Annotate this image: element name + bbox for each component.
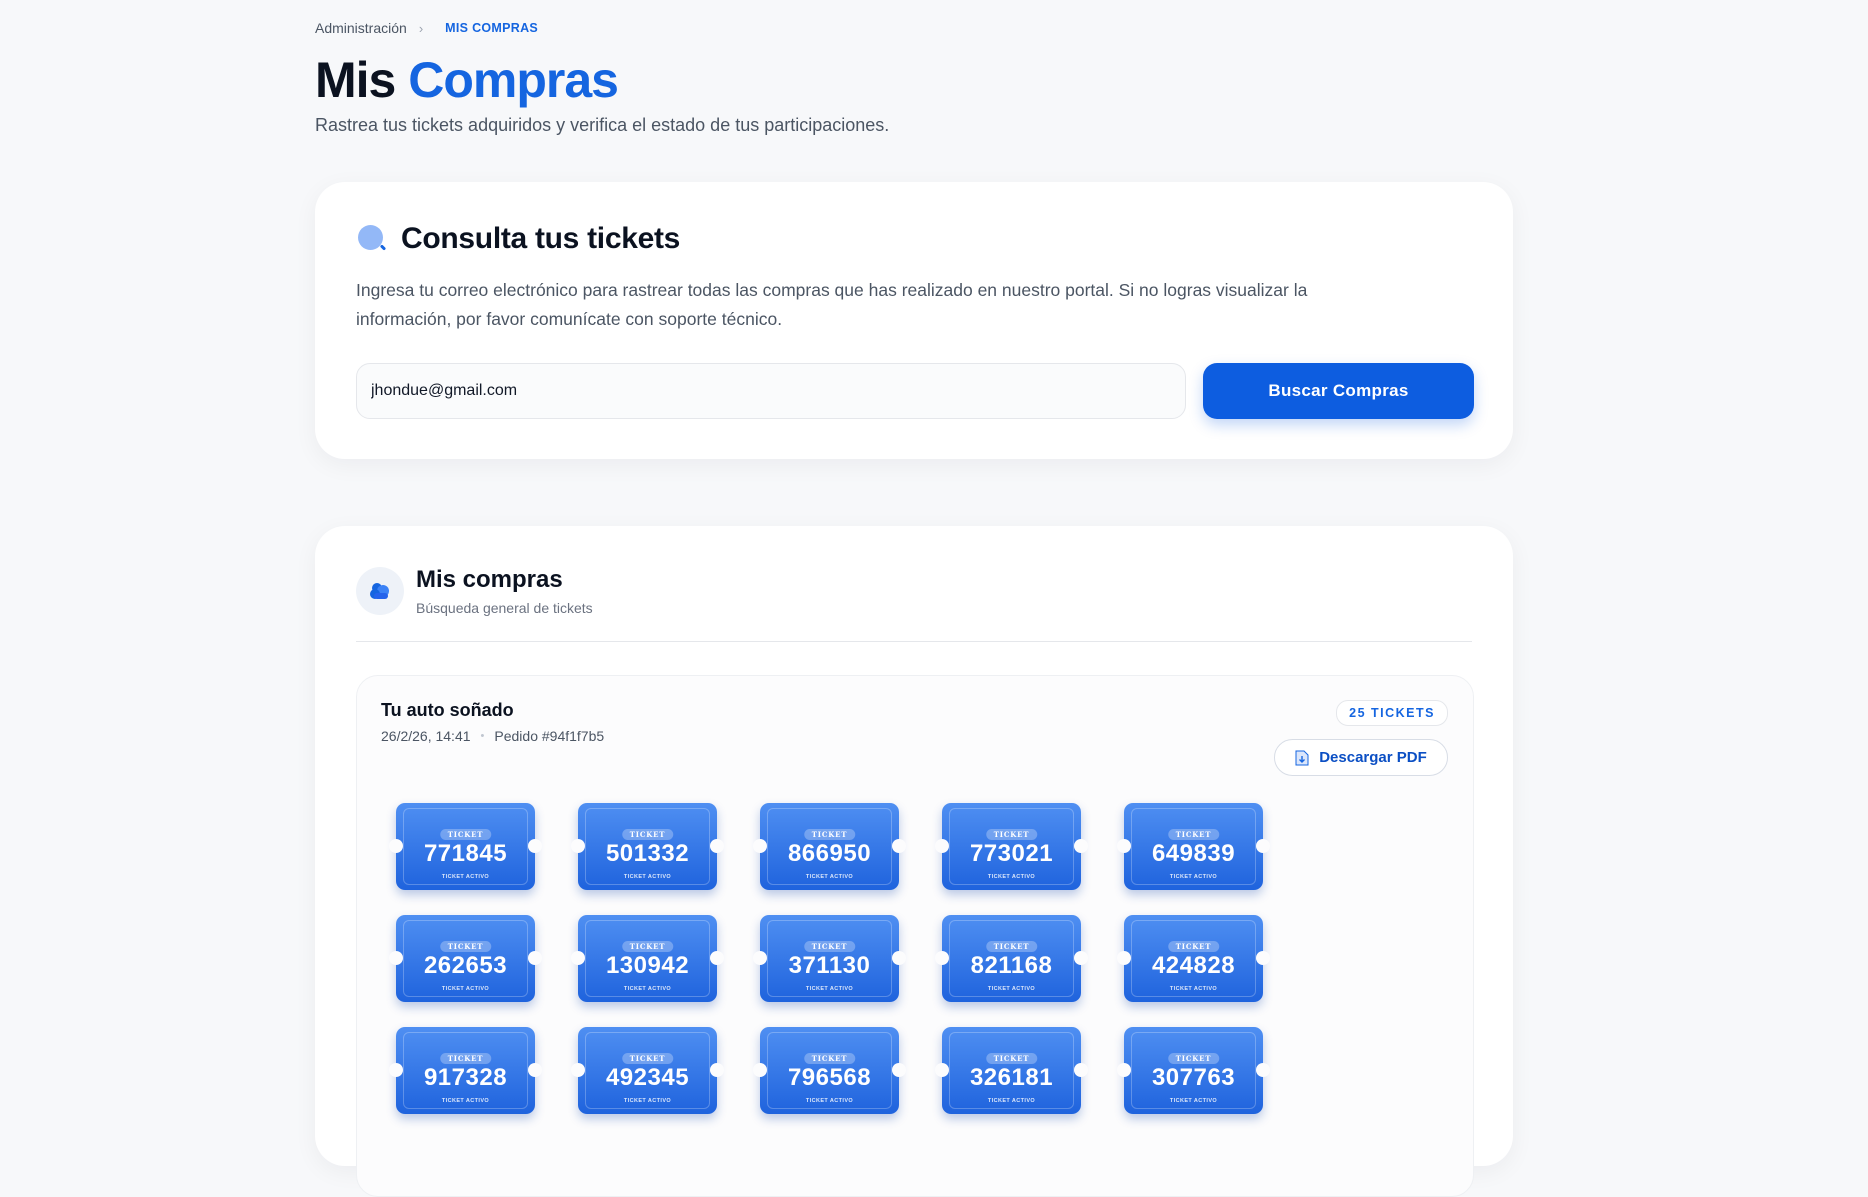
search-card: Consulta tus tickets Ingresa tu correo e… [315,182,1513,459]
ticket-card[interactable]: TICKET 424828 TICKET ACTIVO [1117,915,1270,1002]
ticket-card[interactable]: TICKET 821168 TICKET ACTIVO [935,915,1088,1002]
search-header: Consulta tus tickets [357,222,680,256]
order-card: Tu auto soñado 26/2/26, 14:41 • Pedido #… [356,675,1474,1197]
email-field[interactable] [356,363,1186,419]
ticket-number: 326181 [969,1064,1054,1091]
ticket-status: TICKET ACTIVO [987,874,1036,880]
ticket-number: 371130 [788,952,871,979]
ticket-number: 130942 [605,952,690,979]
ticket-number: 771845 [423,840,508,867]
ticket-status: TICKET ACTIVO [987,986,1036,992]
download-pdf-button[interactable]: Descargar PDF [1274,739,1448,776]
ticket-number: 307763 [1151,1064,1236,1091]
search-icon [357,224,387,254]
order-meta: 26/2/26, 14:41 • Pedido #94f1f7b5 [381,728,604,744]
page-title-part2: Compras [408,52,619,108]
ticket-number: 796568 [787,1064,872,1091]
file-download-icon [1295,750,1309,765]
ticket-status: TICKET ACTIVO [441,986,490,992]
search-description: Ingresa tu correo electrónico para rastr… [356,280,1308,329]
ticket-count-badge: 25 TICKETS [1336,700,1448,726]
search-purchases-button[interactable]: Buscar Compras [1203,363,1474,419]
ticket-number: 821168 [970,952,1053,979]
ticket-number: 424828 [1151,952,1236,979]
ticket-status: TICKET ACTIVO [805,1098,854,1104]
page-subtitle: Rastrea tus tickets adquiridos y verific… [315,115,890,135]
ticket-number: 262653 [423,952,508,979]
cloud-icon [370,583,389,599]
page-title: Mis Compras [315,50,619,110]
divider [356,641,1472,642]
ticket-card[interactable]: TICKET 771845 TICKET ACTIVO [389,803,542,890]
ticket-card[interactable]: TICKET 649839 TICKET ACTIVO [1117,803,1270,890]
ticket-status: TICKET ACTIVO [1169,1098,1218,1104]
ticket-card[interactable]: TICKET 866950 TICKET ACTIVO [753,803,906,890]
ticket-card[interactable]: TICKET 917328 TICKET ACTIVO [389,1027,542,1114]
breadcrumb-home-link[interactable]: Administración [315,20,407,36]
order-id: Pedido #94f1f7b5 [494,728,605,744]
ticket-card[interactable]: TICKET 371130 TICKET ACTIVO [753,915,906,1002]
breadcrumb: Administración › MIS COMPRAS [315,20,538,36]
ticket-card[interactable]: TICKET 796568 TICKET ACTIVO [753,1027,906,1114]
ticket-number: 866950 [787,840,872,867]
purchases-header: Mis compras Búsqueda general de tickets [356,566,593,616]
breadcrumb-current: MIS COMPRAS [445,21,539,35]
ticket-status: TICKET ACTIVO [441,874,490,880]
ticket-status: TICKET ACTIVO [1169,874,1218,880]
download-pdf-label: Descargar PDF [1319,749,1427,766]
page-title-part1: Mis [315,52,396,108]
ticket-card[interactable]: TICKET 492345 TICKET ACTIVO [571,1027,724,1114]
ticket-card[interactable]: TICKET 773021 TICKET ACTIVO [935,803,1088,890]
purchases-title: Mis compras [416,566,563,593]
chevron-right-icon: › [418,20,424,36]
ticket-status: TICKET ACTIVO [623,874,672,880]
ticket-number: 492345 [605,1064,690,1091]
purchases-card: Mis compras Búsqueda general de tickets … [315,526,1513,1197]
ticket-grid: TICKET 771845 TICKET ACTIVO TICKET 501332 TIC… [389,803,1270,1114]
order-date: 26/2/26, 14:41 [381,728,471,744]
ticket-card[interactable]: TICKET 307763 TICKET ACTIVO [1117,1027,1270,1114]
ticket-card[interactable]: TICKET 262653 TICKET ACTIVO [389,915,542,1002]
ticket-status: TICKET ACTIVO [441,1098,490,1104]
ticket-status: TICKET ACTIVO [623,986,672,992]
ticket-card[interactable]: TICKET 326181 TICKET ACTIVO [935,1027,1088,1114]
ticket-status: TICKET ACTIVO [987,1098,1036,1104]
ticket-status: TICKET ACTIVO [805,986,854,992]
purchases-subtitle: Búsqueda general de tickets [416,600,593,616]
ticket-number: 917328 [423,1064,508,1091]
search-title: Consulta tus tickets [401,222,681,255]
order-name: Tu auto soñado [381,700,514,720]
ticket-card[interactable]: TICKET 501332 TICKET ACTIVO [571,803,724,890]
ticket-status: TICKET ACTIVO [623,1098,672,1104]
purchases-icon-badge [356,567,404,615]
separator-dot: • [480,730,485,742]
ticket-number: 773021 [969,840,1054,867]
ticket-status: TICKET ACTIVO [1169,986,1218,992]
ticket-card[interactable]: TICKET 130942 TICKET ACTIVO [571,915,724,1002]
ticket-number: 649839 [1151,840,1236,867]
ticket-status: TICKET ACTIVO [805,874,854,880]
ticket-number: 501332 [605,840,690,867]
